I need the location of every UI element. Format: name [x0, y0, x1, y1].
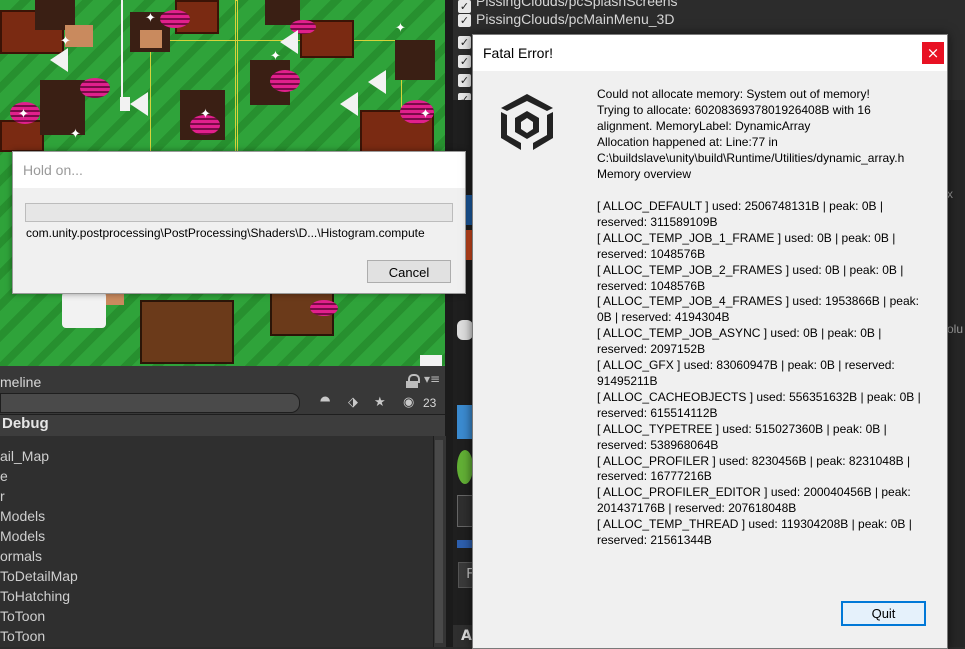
checkbox-icon[interactable]: ✓: [458, 74, 471, 87]
list-item[interactable]: e: [0, 468, 8, 484]
error-line: Memory overview: [597, 166, 692, 181]
error-line: alignment. MemoryLabel: DynamicArray: [597, 118, 811, 133]
sparkle-icon: ✦: [395, 21, 406, 36]
search-input[interactable]: [0, 393, 300, 413]
hold-on-dialog: Hold on... com.unity.postprocessing\Post…: [12, 151, 466, 294]
scene-path: PissingClouds/pcMainMenu_3D: [476, 11, 675, 27]
bottom-label: A: [453, 625, 473, 647]
checkbox-icon[interactable]: ✓: [458, 14, 471, 27]
platform-tile[interactable]: [457, 405, 473, 439]
error-line: Could not allocate memory: System out of…: [597, 87, 870, 101]
list-item[interactable]: ToToon: [0, 628, 45, 644]
speaker-icon: [50, 48, 68, 72]
panel-splitter[interactable]: [445, 0, 453, 647]
pink-effect: [80, 78, 110, 98]
memory-stat-line: [ ALLOC_PROFILER_EDITOR ] used: 20004045…: [597, 485, 911, 516]
memory-stat-line: [ ALLOC_PROFILER ] used: 8230456B | peak…: [597, 453, 911, 484]
sparkle-icon: ✦: [200, 107, 211, 122]
dialog-title: Fatal Error!: [483, 45, 554, 61]
filter-icon[interactable]: ⯊: [320, 395, 330, 410]
cancel-button[interactable]: Cancel: [367, 260, 451, 283]
dialog-titlebar[interactable]: Hold on...: [13, 152, 465, 188]
memory-stat-line: [ ALLOC_TEMP_THREAD ] used: 119304208B |…: [597, 517, 912, 548]
chair: [140, 300, 234, 364]
list-item[interactable]: ormals: [0, 548, 42, 564]
progress-status-path: com.unity.postprocessing\PostProcessing\…: [26, 226, 425, 240]
speaker-icon: [340, 92, 358, 116]
memory-stat-line: [ ALLOC_TEMP_JOB_4_FRAMES ] used: 195386…: [597, 294, 919, 325]
memory-stat-line: [ ALLOC_DEFAULT ] used: 2506748131B | pe…: [597, 199, 883, 229]
panel-menu-icon[interactable]: ▾≡: [424, 372, 440, 386]
fatal-error-dialog: Fatal Error! × Could not allocate memory…: [472, 34, 948, 649]
character-hair: [395, 40, 435, 80]
memory-stats: [ ALLOC_DEFAULT ] used: 2506748131B | pe…: [597, 199, 933, 549]
list-item[interactable]: r: [0, 488, 5, 504]
sparkle-icon: ✦: [18, 107, 29, 122]
memory-stat-line: [ ALLOC_GFX ] used: 83060947B | peak: 0B…: [597, 358, 895, 388]
speaker-icon: [120, 97, 130, 111]
selection-outline: [235, 0, 238, 152]
memory-stat-line: [ ALLOC_TEMP_JOB_2_FRAMES ] used: 0B | p…: [597, 262, 904, 293]
list-item[interactable]: ToHatching: [0, 588, 70, 604]
debug-header: [0, 414, 445, 437]
checkbox-icon[interactable]: ✓: [458, 36, 471, 49]
pink-effect: [270, 70, 300, 92]
dialog-title: Hold on...: [23, 162, 83, 178]
platform-tile[interactable]: [457, 320, 473, 340]
speech-bubble: [62, 292, 106, 328]
character-face: [140, 30, 162, 48]
lock-icon[interactable]: [406, 381, 418, 388]
sparkle-icon: ✦: [70, 127, 81, 142]
list-item[interactable]: Models: [0, 528, 45, 544]
speaker-icon: [130, 92, 148, 116]
list-item[interactable]: ToDetailMap: [0, 568, 78, 584]
close-button[interactable]: ×: [922, 42, 944, 64]
memory-stat-line: [ ALLOC_TEMP_JOB_1_FRAME ] used: 0B | pe…: [597, 230, 896, 261]
quit-button[interactable]: Quit: [841, 601, 926, 626]
scrollbar-thumb[interactable]: [435, 440, 443, 643]
star-icon[interactable]: ★: [374, 395, 386, 410]
timeline-tab[interactable]: meline: [0, 374, 41, 390]
progress-bar: [25, 203, 453, 222]
memory-stat-line: [ ALLOC_TEMP_JOB_ASYNC ] used: 0B | peak…: [597, 326, 882, 357]
platform-tile[interactable]: [457, 540, 473, 548]
error-line: Allocation happened at: Line:77 in: [597, 134, 778, 149]
speaker-icon: [280, 30, 298, 54]
error-line: Trying to allocate: 6020836937801926408B…: [597, 102, 871, 117]
sparkle-icon: ✦: [60, 34, 71, 49]
speaker-icon: [368, 70, 386, 94]
eye-icon[interactable]: ◉: [403, 395, 414, 410]
unity-logo-icon: [501, 94, 553, 150]
speech-bubble: [420, 355, 442, 366]
tag-icon[interactable]: ⬗: [348, 395, 358, 410]
side-label: olu: [947, 322, 964, 336]
dialog-titlebar[interactable]: Fatal Error! ×: [473, 35, 947, 71]
sparkle-icon: ✦: [145, 11, 156, 26]
platform-tile[interactable]: [457, 450, 473, 484]
sparkle-icon: ✦: [420, 107, 431, 122]
list-item[interactable]: ToToon: [0, 608, 45, 624]
error-message: Could not allocate memory: System out of…: [597, 87, 937, 182]
list-item[interactable]: Models: [0, 508, 45, 524]
list-item[interactable]: ail_Map: [0, 448, 49, 464]
checkbox-icon[interactable]: ✓: [458, 55, 471, 68]
memory-stat-line: [ ALLOC_CACHEOBJECTS ] used: 556351632B …: [597, 389, 921, 420]
error-line: C:\buildslave\unity\build\Runtime/Utilit…: [597, 150, 905, 165]
pink-effect: [160, 10, 190, 28]
pink-effect: [310, 300, 338, 316]
debug-list: [0, 436, 433, 647]
checkbox-icon[interactable]: ✓: [458, 0, 471, 13]
debug-title: Debug: [2, 415, 49, 432]
gizmo-line: [121, 0, 123, 100]
chair: [0, 120, 44, 152]
visible-count: 23: [423, 396, 437, 410]
memory-stat-line: [ ALLOC_TYPETREE ] used: 515027360B | pe…: [597, 421, 887, 452]
scene-path: PissingClouds/pcSplashScreens: [476, 0, 678, 9]
